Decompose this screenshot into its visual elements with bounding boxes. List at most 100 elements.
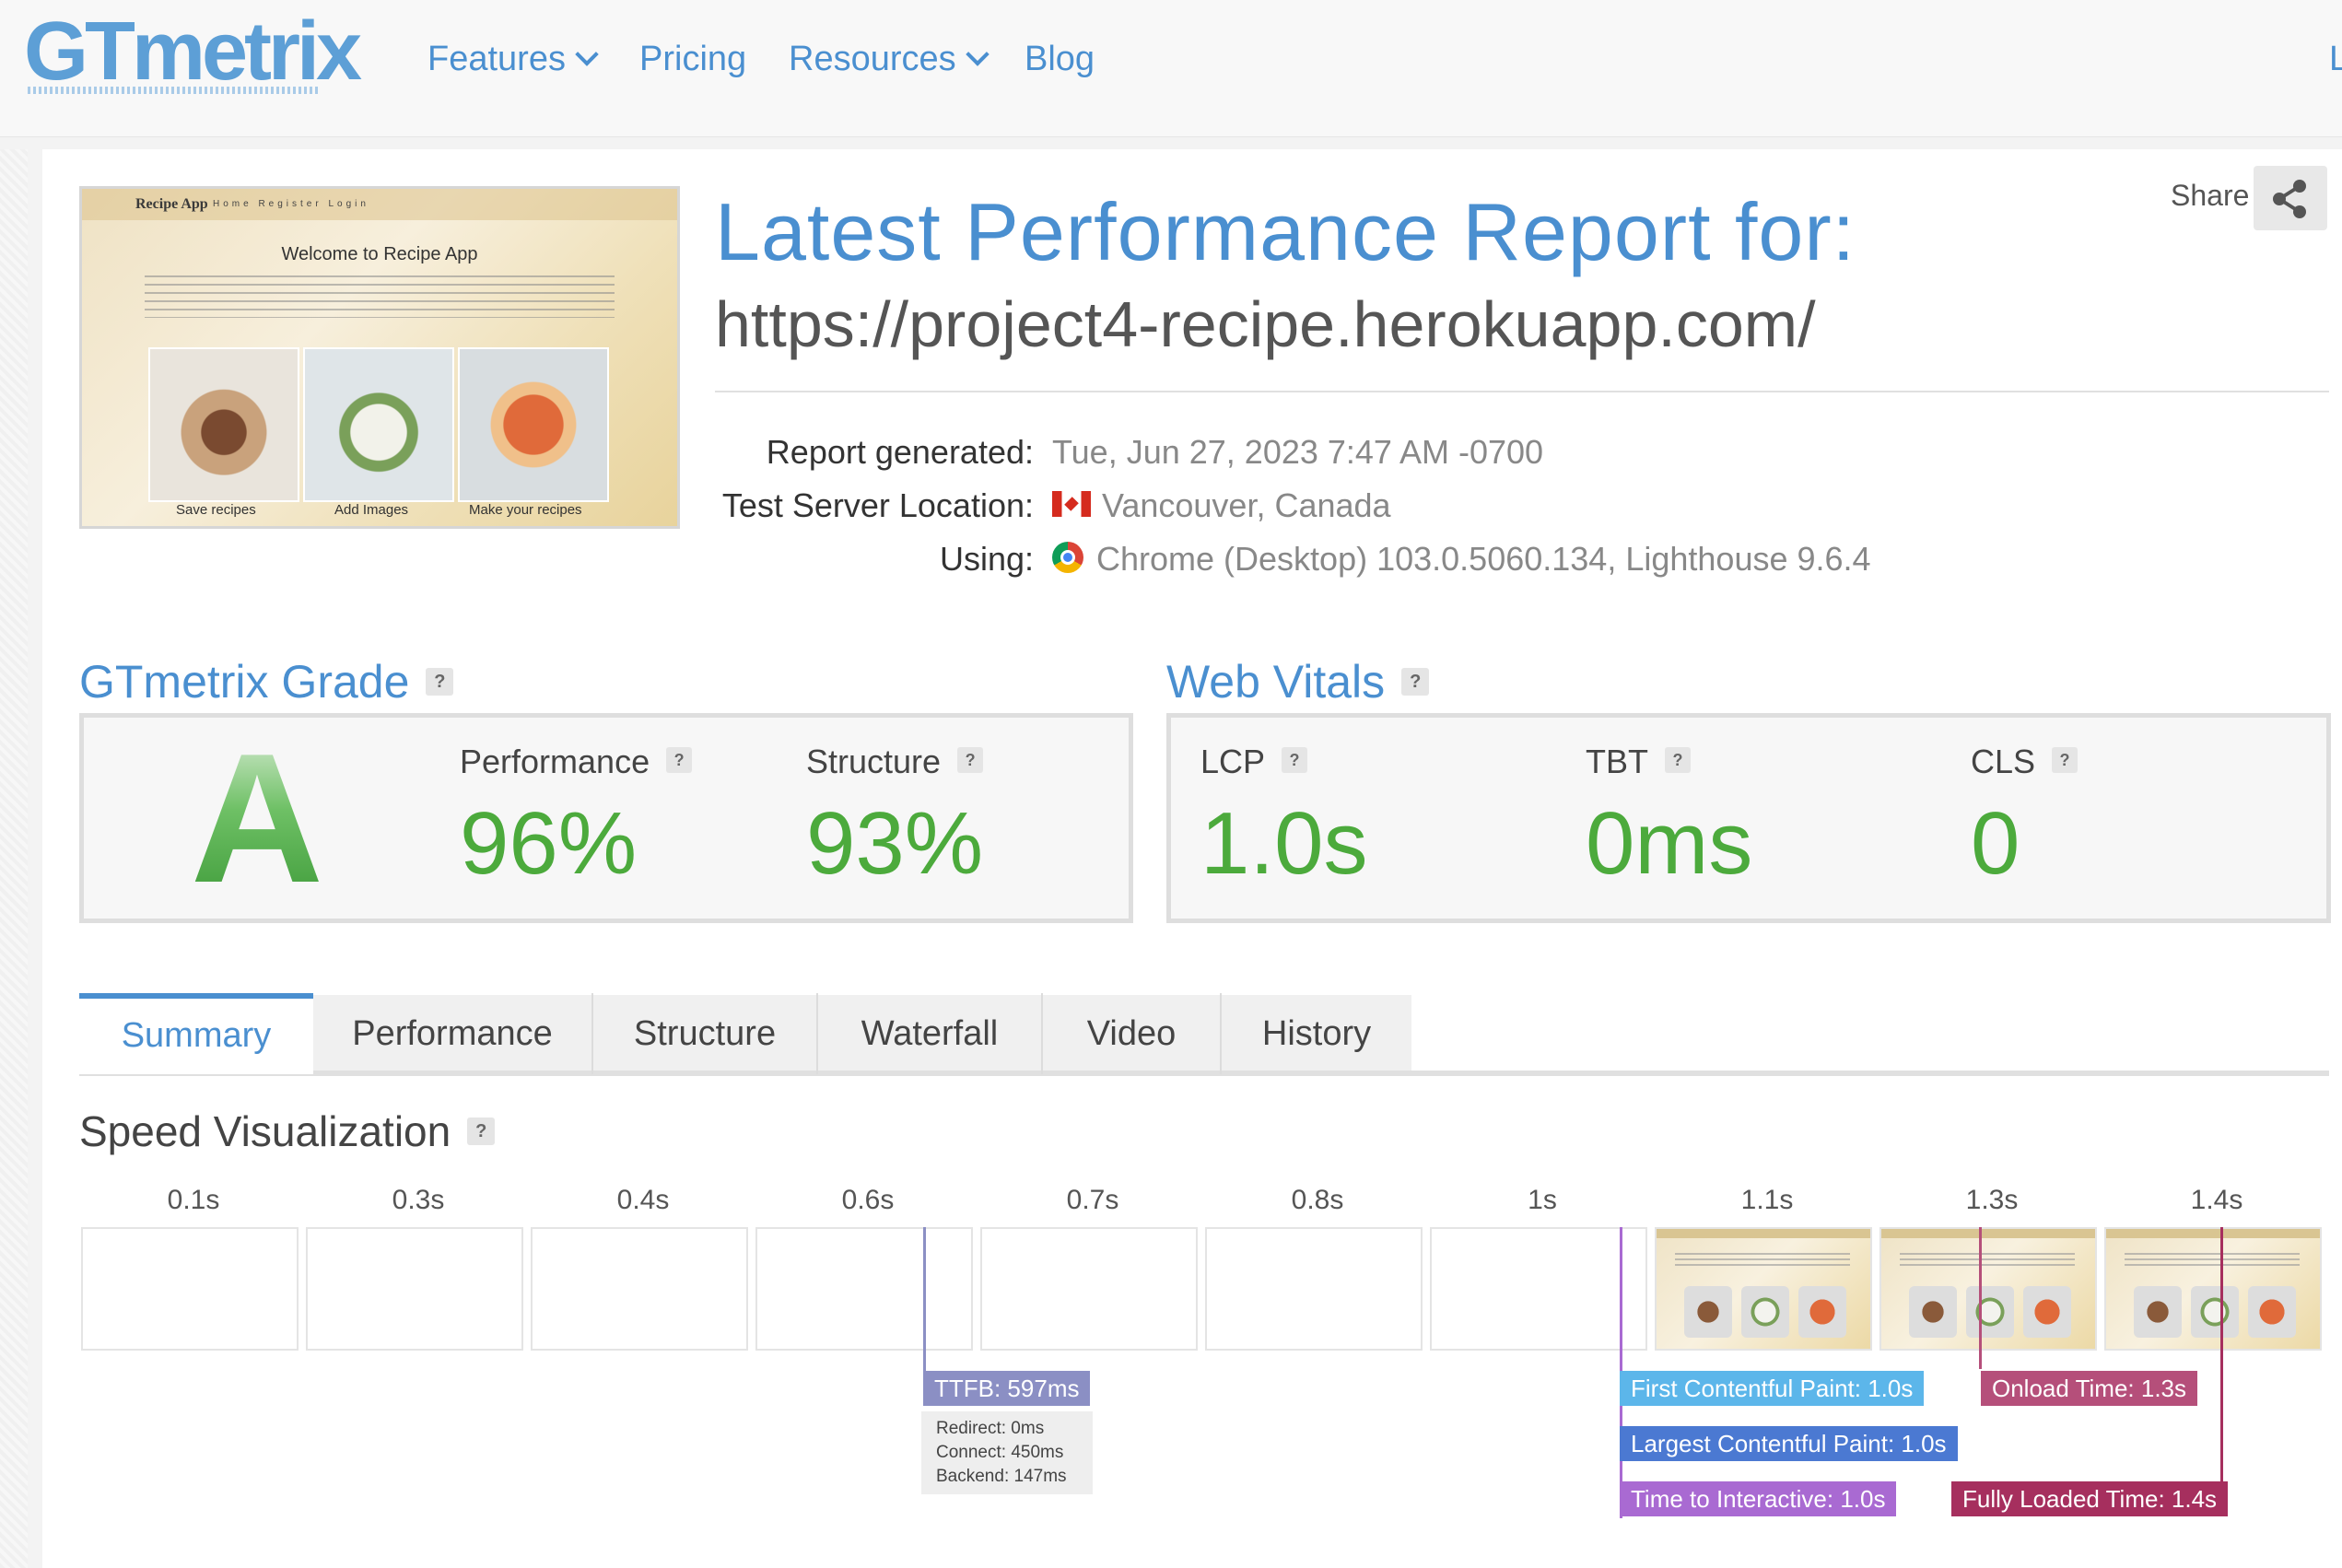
meta-test-server-location: Test Server Location: Vancouver, Canada [715, 483, 1959, 529]
help-icon[interactable]: ? [467, 1117, 496, 1145]
lcp-marker[interactable]: Largest Contentful Paint: 1.0s [1620, 1426, 1958, 1461]
frame-food-image [2248, 1286, 2296, 1338]
canada-flag-icon [1052, 491, 1091, 518]
cls-value: 0 [1971, 794, 2020, 893]
share-button[interactable] [2254, 166, 2327, 230]
nav-resources-label: Resources [789, 40, 956, 78]
ttfb-marker[interactable]: TTFB: 597ms [923, 1371, 1091, 1406]
report-url: https://project4-recipe.herokuapp.com/ [715, 288, 1816, 360]
nav-features-label: Features [427, 40, 566, 78]
timeline-tick: 1s [1528, 1185, 1557, 1215]
frame-header-bar [1657, 1229, 1870, 1238]
filmstrip-frame[interactable] [1205, 1227, 1423, 1351]
meta-report-generated: Report generated: Tue, Jun 27, 2023 7:47… [715, 429, 1959, 475]
structure-label: Structure [806, 743, 942, 780]
tab-history[interactable]: History [1222, 993, 1411, 1074]
thumbnail-caption: Save recipes [176, 502, 256, 518]
timeline-tick: 0.4s [616, 1185, 670, 1215]
onload-marker-line [1979, 1227, 1982, 1369]
nav-blog[interactable]: Blog [1025, 33, 1095, 85]
nav-pricing-label: Pricing [639, 40, 747, 78]
frame-text-lines [2125, 1253, 2300, 1270]
grade-letter: A [84, 727, 430, 911]
thumbnail-caption: Add Images [334, 502, 409, 518]
share-label: Share [2171, 179, 2250, 212]
timeline-tick: 0.3s [392, 1185, 445, 1215]
help-icon[interactable]: ? [2052, 747, 2079, 774]
thumbnail-brand: Recipe App [135, 196, 208, 212]
site-screenshot-thumbnail[interactable]: Recipe App Home Register Login Welcome t… [79, 186, 680, 529]
meta-using: Using: Chrome (Desktop) 103.0.5060.134, … [715, 536, 1959, 582]
ttfb-marker-line [923, 1227, 926, 1376]
frame-header-bar [2106, 1229, 2320, 1238]
thumbnail-food-image [148, 347, 299, 502]
chevron-down-icon [965, 42, 989, 66]
tab-video[interactable]: Video [1043, 993, 1222, 1074]
frame-text-lines [1675, 1253, 1850, 1270]
filmstrip-frame[interactable] [980, 1227, 1198, 1351]
web-vitals-box: LCP? 1.0s TBT? 0ms CLS? 0 [1166, 713, 2331, 923]
top-navigation-bar: GTmetrix Features Pricing Resources Blog… [0, 0, 2342, 137]
gtmetrix-logo[interactable]: GTmetrix [24, 6, 362, 98]
tab-performance[interactable]: Performance [313, 993, 593, 1074]
web-vitals-heading: Web Vitals? [1166, 654, 1430, 709]
tbt-label: TBT [1586, 743, 1648, 780]
vitals-title: Web Vitals [1166, 656, 1386, 708]
performance-label-wrap: Performance? [460, 742, 693, 782]
tbt-cell: TBT? 0ms [1556, 718, 1943, 919]
thumbnail-heading: Welcome to Recipe App [281, 244, 478, 264]
fcp-marker[interactable]: First Contentful Paint: 1.0s [1620, 1371, 1925, 1406]
help-icon[interactable]: ? [426, 667, 454, 696]
performance-cell: Performance? 96% [430, 718, 779, 919]
nav-resources[interactable]: Resources [789, 33, 989, 85]
tab-summary[interactable]: Summary [79, 993, 313, 1074]
chevron-down-icon [575, 42, 599, 66]
timeline-tick: 1.4s [2190, 1185, 2243, 1215]
cls-cell: CLS? 0 [1941, 718, 2326, 919]
thumbnail-food-image [303, 347, 454, 502]
nav-blog-label: Blog [1025, 40, 1095, 78]
nav-pricing[interactable]: Pricing [639, 33, 746, 85]
filmstrip-frame-screenshot[interactable] [2104, 1227, 2322, 1351]
onload-marker[interactable]: Onload Time: 1.3s [1981, 1371, 2197, 1406]
performance-score: 96% [460, 794, 638, 893]
filmstrip-frame[interactable] [306, 1227, 523, 1351]
timeline-tick: 0.6s [841, 1185, 895, 1215]
thumbnail-menu: Home Register Login [213, 199, 369, 209]
filmstrip-frame-screenshot[interactable] [1879, 1227, 2097, 1351]
ttfb-connect: Connect: 450ms [936, 1443, 1064, 1462]
filmstrip-frame[interactable] [531, 1227, 748, 1351]
frame-food-image [1684, 1286, 1732, 1338]
tab-waterfall[interactable]: Waterfall [818, 993, 1043, 1074]
help-icon[interactable]: ? [666, 747, 693, 774]
timeline-tick: 0.8s [1291, 1185, 1344, 1215]
tti-marker[interactable]: Time to Interactive: 1.0s [1620, 1481, 1897, 1516]
gtmetrix-grade-heading: GTmetrix Grade? [79, 654, 454, 709]
help-icon[interactable]: ? [1401, 667, 1430, 696]
filmstrip-frame[interactable] [1430, 1227, 1647, 1351]
performance-label: Performance [460, 743, 650, 780]
frame-food-image [1741, 1286, 1789, 1338]
filmstrip-frame[interactable] [81, 1227, 299, 1351]
lcp-cell: LCP? 1.0s [1171, 718, 1558, 919]
nav-features[interactable]: Features [427, 33, 599, 85]
grade-box: A Performance? 96% Structure? 93% [79, 713, 1133, 923]
frame-text-lines [1900, 1253, 2075, 1270]
meta-value-wrap: Chrome (Desktop) 103.0.5060.134, Lightho… [1052, 536, 1871, 582]
filmstrip-frame-screenshot[interactable] [1655, 1227, 1872, 1351]
help-icon[interactable]: ? [957, 747, 984, 774]
tbt-value: 0ms [1586, 794, 1753, 893]
help-icon[interactable]: ? [1665, 747, 1691, 774]
filmstrip-frame[interactable] [755, 1227, 973, 1351]
chrome-icon [1052, 542, 1083, 574]
nav-login-partial[interactable]: L [2329, 33, 2342, 85]
fully-loaded-marker-line [2220, 1227, 2223, 1516]
frame-food-image [2134, 1286, 2182, 1338]
lcp-label: LCP [1200, 743, 1266, 780]
structure-score: 93% [806, 794, 984, 893]
fully-loaded-marker[interactable]: Fully Loaded Time: 1.4s [1951, 1481, 2229, 1516]
help-icon[interactable]: ? [1282, 747, 1308, 774]
tab-structure[interactable]: Structure [593, 993, 818, 1074]
thumbnail-caption: Make your recipes [469, 502, 582, 518]
meta-value: Tue, Jun 27, 2023 7:47 AM -0700 [1052, 433, 1544, 471]
